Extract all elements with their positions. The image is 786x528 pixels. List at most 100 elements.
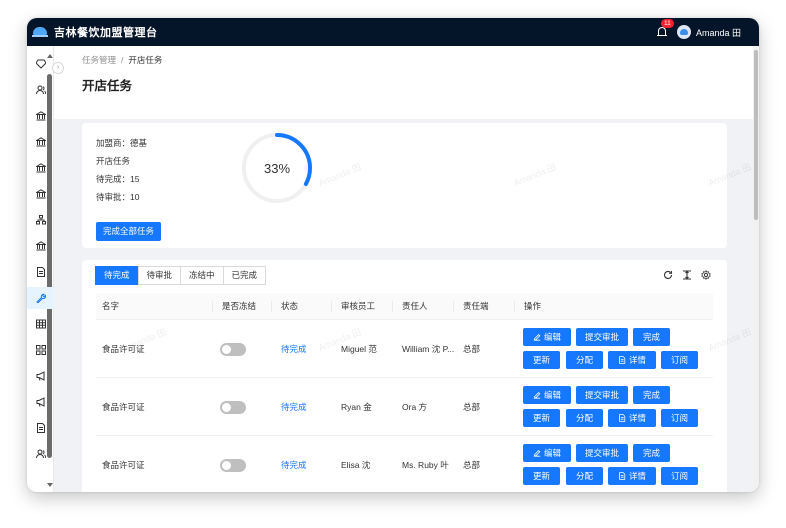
task-name: 食品许可证 (102, 344, 145, 354)
sidebar-item-file-1[interactable] (27, 261, 54, 283)
reviewer-name: Elisa 沈 (341, 460, 371, 470)
sidebar-item-diamond[interactable] (27, 53, 54, 75)
setting-icon[interactable] (701, 270, 711, 280)
complete-all-tasks-button[interactable]: 完成全部任务 (96, 222, 162, 241)
sidebar-scroll-down[interactable] (47, 483, 53, 487)
page-header: 任务管理 / 开店任务 开店任务 (54, 46, 759, 119)
status-link[interactable]: 待完成 (281, 320, 307, 378)
complete-button[interactable]: 完成 (633, 386, 670, 404)
file-text-icon (619, 356, 626, 364)
sidebar-item-bank-4[interactable] (27, 183, 54, 205)
reviewer-name: Ryan 金 (341, 402, 372, 412)
task-summary-card: 加盟商：德基 开店任务 待完成：15 待审批：10 完成全部任务 33% (82, 123, 727, 248)
breadcrumb-parent[interactable]: 任务管理 (82, 55, 116, 65)
sidebar-item-notice-2[interactable] (27, 391, 54, 413)
username[interactable]: Amanda 田 (696, 26, 741, 39)
edit-icon (533, 450, 541, 457)
update-button[interactable]: 更新 (523, 351, 560, 369)
freeze-toggle[interactable] (220, 400, 246, 414)
bank-icon (35, 163, 46, 173)
column-header-actions: 操作 (524, 301, 542, 311)
detail-button[interactable]: 详情 (608, 467, 656, 485)
megaphone-icon (36, 371, 44, 381)
freeze-toggle[interactable] (220, 342, 246, 356)
table-toolbar (654, 270, 711, 280)
edit-button-label: 编辑 (543, 332, 561, 342)
assign-button[interactable]: 分配 (566, 351, 603, 369)
sidebar-item-bank-2[interactable] (27, 131, 54, 153)
sidebar-item-users-2[interactable] (27, 443, 54, 465)
sidebar (27, 46, 54, 492)
bell-icon[interactable]: 11 (656, 19, 674, 38)
detail-button-label: 详情 (628, 413, 646, 423)
task-name: 食品许可证 (102, 460, 145, 470)
submit-review-button[interactable]: 提交审批 (576, 444, 628, 462)
bank-icon (35, 241, 46, 251)
complete-button[interactable]: 完成 (633, 444, 670, 462)
column-header-status: 状态 (281, 301, 299, 311)
diamond-icon (35, 59, 46, 69)
detail-button[interactable]: 详情 (608, 351, 656, 369)
column-header-frozen: 是否冻结 (222, 301, 257, 311)
assign-button[interactable]: 分配 (566, 409, 603, 427)
sidebar-item-file-2[interactable] (27, 417, 54, 439)
subscribe-button[interactable]: 订阅 (661, 351, 698, 369)
assign-button[interactable]: 分配 (566, 467, 603, 485)
edit-button[interactable]: 编辑 (523, 328, 571, 346)
page-title: 开店任务 (82, 79, 133, 93)
submit-review-button[interactable]: 提交审批 (576, 386, 628, 404)
sidebar-item-cluster[interactable] (27, 209, 54, 231)
file-text-icon (619, 414, 626, 422)
column-header-side: 责任端 (463, 301, 489, 311)
tab-completed[interactable]: 已完成 (222, 266, 267, 285)
tab-frozen[interactable]: 冻结中 (180, 266, 224, 285)
bank-icon (35, 137, 46, 147)
update-button[interactable]: 更新 (523, 409, 560, 427)
sidebar-item-appstore[interactable] (27, 339, 54, 361)
edit-icon (533, 392, 541, 399)
column-header-name: 名字 (102, 301, 120, 311)
detail-button[interactable]: 详情 (608, 409, 656, 427)
sidebar-item-users[interactable] (27, 79, 54, 101)
page-scrollbar[interactable] (753, 46, 759, 492)
sidebar-collapse-button[interactable]: › (52, 62, 64, 74)
detail-button-label: 详情 (628, 471, 646, 481)
owner-name: William 沈 P... (402, 344, 455, 354)
status-link[interactable]: 待完成 (281, 378, 307, 436)
users-icon (35, 85, 46, 95)
submit-review-button[interactable]: 提交审批 (576, 328, 628, 346)
avatar[interactable] (676, 25, 691, 39)
app-title: 吉林餐饮加盟管理台 (54, 27, 158, 39)
sidebar-item-tools[interactable] (27, 287, 54, 309)
tab-pending-review[interactable]: 待审批 (137, 266, 182, 285)
update-button[interactable]: 更新 (523, 467, 560, 485)
franchisee-label: 加盟商：德基 (96, 138, 148, 148)
table-row: 食品许可证 待完成 Miguel 范 William 沈 P... 总部 编辑 … (96, 320, 713, 378)
tab-pending-complete[interactable]: 待完成 (95, 266, 139, 285)
responsible-side: 总部 (463, 402, 481, 412)
wrench-icon (35, 293, 46, 303)
status-link[interactable]: 待完成 (281, 436, 307, 492)
freeze-toggle[interactable] (220, 458, 246, 472)
file-icon (36, 267, 45, 277)
bank-icon (35, 189, 46, 199)
page-scrollbar-thumb[interactable] (754, 50, 758, 220)
sidebar-item-bank-5[interactable] (27, 235, 54, 257)
sidebar-item-notice-1[interactable] (27, 365, 54, 387)
complete-button[interactable]: 完成 (633, 328, 670, 346)
edit-button[interactable]: 编辑 (523, 386, 571, 404)
megaphone-icon (36, 397, 44, 407)
task-name: 食品许可证 (102, 402, 145, 412)
edit-button[interactable]: 编辑 (523, 444, 571, 462)
reload-icon[interactable] (663, 270, 673, 280)
edit-icon (533, 334, 541, 341)
sidebar-item-bank-3[interactable] (27, 157, 54, 179)
column-height-icon[interactable] (682, 270, 692, 280)
status-tabs: 待完成 待审批 冻结中 已完成 (95, 266, 267, 285)
file-text-icon (619, 472, 626, 480)
sidebar-item-table[interactable] (27, 313, 54, 335)
subscribe-button[interactable]: 订阅 (661, 467, 698, 485)
sidebar-item-bank-1[interactable] (27, 105, 54, 127)
subscribe-button[interactable]: 订阅 (661, 409, 698, 427)
table-row: 食品许可证 待完成 Ryan 金 Ora 方 总部 编辑 提交审批 完成 更新 … (96, 378, 713, 436)
